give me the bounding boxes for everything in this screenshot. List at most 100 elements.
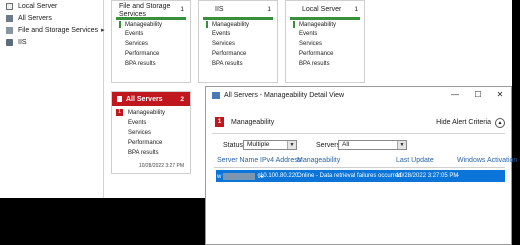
- close-button[interactable]: ✕: [494, 89, 506, 101]
- tile-row-services[interactable]: Services: [299, 41, 322, 47]
- status-mark: [119, 21, 121, 28]
- tile-title[interactable]: All Servers: [126, 96, 163, 104]
- redacted-block: [223, 172, 256, 180]
- tile-row-label: Performance: [212, 51, 247, 57]
- tile-row-label: Events: [125, 31, 144, 37]
- nav-item-file-and-storage[interactable]: File and Storage Services ▸: [6, 24, 105, 36]
- tile-row-manageability[interactable]: Manageability: [206, 21, 249, 28]
- nav-item-label: All Servers: [18, 14, 52, 22]
- cell-last-update: 10/28/2022 3:27:05 PM: [396, 172, 459, 179]
- tile-row-label: Performance: [299, 51, 334, 57]
- tile-row-bpa[interactable]: BPA results: [299, 61, 330, 67]
- tile-row-bpa[interactable]: BPA results: [212, 61, 243, 67]
- tile-timestamp: 10/28/2022 3:27 PM: [138, 163, 184, 169]
- tile-row-label: Events: [212, 31, 231, 37]
- tile-row-label: Events: [299, 31, 318, 37]
- server-icon: [6, 2, 13, 10]
- tile-row-performance[interactable]: Performance: [125, 51, 159, 57]
- header-divider: [214, 167, 505, 168]
- table-row[interactable]: w 9e 10.100.80.220 Online - Data retrieva…: [216, 170, 505, 182]
- tile-row-label: Performance: [128, 140, 163, 146]
- tile-row-events[interactable]: Events: [128, 120, 146, 126]
- status-mark: [293, 21, 295, 28]
- nav-item-label: Local Server: [18, 2, 58, 10]
- cell-server-name: w 9e: [217, 172, 264, 180]
- tile-iis[interactable]: IIS 1 Manageability Events Services Perf…: [198, 0, 278, 83]
- status-label: Status: [223, 142, 243, 149]
- tile-row-bpa[interactable]: BPA results: [125, 61, 156, 67]
- chevron-down-icon: ▼: [397, 141, 406, 149]
- tile-local-server[interactable]: Local Server 1 Manageability Events Serv…: [285, 0, 365, 83]
- tile-row-label: Manageability: [299, 21, 337, 28]
- column-header-last-update[interactable]: Last Update: [396, 157, 434, 164]
- minimize-button[interactable]: —: [449, 89, 461, 101]
- tile-row-events[interactable]: Events: [125, 31, 143, 37]
- servers-icon: [117, 96, 122, 102]
- servers-label: Servers: [316, 142, 341, 149]
- collapse-icon[interactable]: ▲: [495, 118, 505, 128]
- column-header-manageability[interactable]: Manageability: [297, 157, 340, 164]
- tile-row-performance[interactable]: Performance: [299, 51, 333, 57]
- cell-windows-activation: -: [457, 172, 459, 179]
- nav-item-all-servers[interactable]: All Servers: [6, 12, 52, 24]
- tile-row-label: Manageability: [212, 21, 250, 28]
- tile-row-services[interactable]: Services: [212, 41, 235, 47]
- nav-item-iis[interactable]: IIS: [6, 36, 27, 48]
- column-header-windows-activation[interactable]: Windows Activation: [457, 157, 517, 164]
- column-header-server-name[interactable]: Server Name: [217, 157, 258, 164]
- tile-all-servers[interactable]: All Servers 2 1 Manageability Events Ser…: [111, 91, 191, 174]
- tile-count: 1: [354, 6, 358, 13]
- tile-row-events[interactable]: Events: [212, 31, 230, 37]
- tile-row-label: Services: [212, 41, 236, 47]
- tile-row-manageability[interactable]: Manageability: [293, 21, 336, 28]
- divider: [212, 133, 505, 134]
- tile-row-bpa[interactable]: BPA results: [128, 150, 159, 156]
- alert-badge: 1: [116, 109, 123, 116]
- servers-icon: [6, 14, 13, 22]
- servers-dropdown[interactable]: All ▼: [338, 140, 407, 150]
- tile-row-label: BPA results: [125, 61, 156, 67]
- status-mark: [206, 21, 208, 28]
- status-bar: [116, 17, 186, 20]
- chevron-right-icon[interactable]: ▸: [101, 26, 105, 34]
- tile-row-label: BPA results: [128, 150, 159, 156]
- storage-icon: [6, 26, 13, 34]
- column-header-ipv4[interactable]: IPv4 Address: [260, 157, 301, 164]
- tile-row-label: Services: [299, 41, 323, 47]
- alert-count-badge: 1: [215, 117, 224, 127]
- tile-row-performance[interactable]: Performance: [212, 51, 246, 57]
- tile-row-manageability[interactable]: Manageability: [128, 110, 165, 116]
- window-title: All Servers - Manageability Detail View: [224, 92, 345, 99]
- status-dropdown[interactable]: Multiple ▼: [243, 140, 297, 150]
- cell-ipv4: 10.100.80.220: [260, 172, 299, 179]
- tile-count: 2: [180, 96, 184, 103]
- maximize-button[interactable]: ☐: [472, 89, 484, 101]
- manageability-detail-window: All Servers - Manageability Detail View …: [205, 86, 517, 245]
- tile-row-label: Services: [128, 130, 152, 136]
- status-bar: [203, 17, 273, 20]
- tile-row-performance[interactable]: Performance: [128, 140, 162, 146]
- tile-file-and-storage[interactable]: File and Storage Services 1 Manageabilit…: [111, 0, 191, 83]
- server-name-prefix: w: [217, 173, 222, 180]
- tile-title[interactable]: Local Server: [302, 6, 341, 14]
- tile-row-events[interactable]: Events: [299, 31, 317, 37]
- tile-row-services[interactable]: Services: [128, 130, 151, 136]
- tile-row-label: Performance: [125, 51, 160, 57]
- chevron-down-icon: ▼: [287, 141, 296, 149]
- alert-category-label: Manageability: [231, 119, 275, 126]
- tile-row-label: Services: [125, 41, 149, 47]
- tile-title[interactable]: IIS: [215, 6, 224, 14]
- navigation-pane: Local Server All Servers File and Storag…: [0, 0, 105, 198]
- tile-row-services[interactable]: Services: [125, 41, 148, 47]
- tile-row-manageability[interactable]: Manageability: [119, 21, 162, 28]
- window-app-icon: [212, 92, 220, 99]
- desktop-background-edge: [512, 0, 520, 245]
- tile-count: 1: [267, 6, 271, 13]
- tile-row-label: BPA results: [299, 61, 330, 67]
- hide-alert-criteria-link[interactable]: Hide Alert Criteria: [436, 119, 491, 126]
- nav-item-local-server[interactable]: Local Server: [6, 0, 57, 12]
- servers-dropdown-value: All: [342, 141, 350, 148]
- status-bar: [290, 17, 360, 20]
- nav-item-label: File and Storage Services: [18, 26, 99, 34]
- tile-row-label: BPA results: [212, 61, 243, 67]
